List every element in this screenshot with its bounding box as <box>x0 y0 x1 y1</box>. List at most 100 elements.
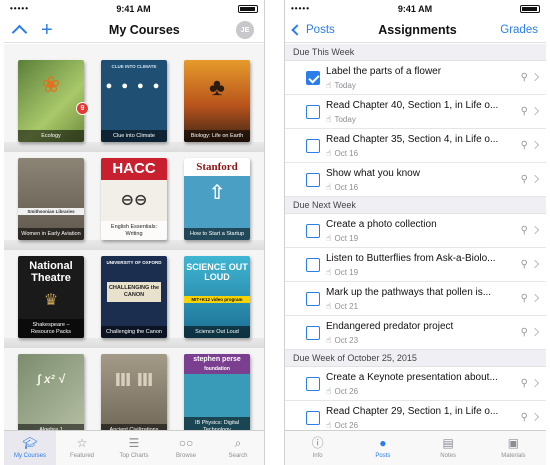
page-title: My Courses <box>108 22 180 37</box>
assignment-checkbox[interactable] <box>306 105 320 119</box>
rocket-icon: ⇧ <box>208 182 226 204</box>
hand-in-icon: ☝ <box>326 233 332 243</box>
theatre-art-icon: ♛ <box>43 292 59 309</box>
hand-in-icon: ☝ <box>326 301 332 311</box>
paperclip-icon: ⚲ <box>520 327 528 338</box>
status-bar: ••••• 9:41 AM <box>4 0 264 17</box>
tab-bar: 🎓︎ My Courses ☆ Featured ☰ Top Charts ○○… <box>4 430 264 465</box>
tab-my-courses[interactable]: 🎓︎ My Courses <box>4 431 56 465</box>
ruins-art-icon: Ⅲ Ⅲ <box>114 370 154 390</box>
chevron-right-icon <box>530 378 540 388</box>
graduation-cap-icon: 🎓︎ <box>22 436 38 450</box>
paperclip-icon: ⚲ <box>520 72 528 83</box>
course-book-startup[interactable]: Stanford ⇧ How to Start a Startup <box>184 158 250 240</box>
list-item[interactable]: Listen to Butterflies from Ask-a-Biolo..… <box>285 248 546 282</box>
list-item[interactable]: Show what you know ☝ Oct 16 ⚲ <box>285 163 546 197</box>
status-bar: ••••• 9:41 AM <box>285 0 546 17</box>
chevron-right-icon <box>530 412 540 422</box>
assignment-checkbox[interactable] <box>306 139 320 153</box>
add-course-button[interactable]: + <box>41 20 53 40</box>
tab-top-charts[interactable]: ☰ Top Charts <box>108 431 160 465</box>
list-item[interactable]: Label the parts of a flower ☝ Today ⚲ <box>285 61 546 95</box>
back-button[interactable]: Posts <box>291 23 335 36</box>
section-header: Due This Week <box>285 44 546 61</box>
tab-notes[interactable]: ▤ Notes <box>416 431 481 465</box>
climate-icons: ● ● ● ● <box>105 80 163 92</box>
glasses-art-icon: ⊖⊖ <box>120 192 148 209</box>
list-item[interactable]: Endangered predator project ☝ Oct 23 ⚲ <box>285 316 546 350</box>
assignment-checkbox[interactable] <box>306 326 320 340</box>
chevron-right-icon <box>530 140 540 150</box>
course-book-english-essentials[interactable]: HACC ⊖⊖ English Essentials: Writing <box>101 158 167 240</box>
assignment-checkbox[interactable] <box>306 173 320 187</box>
list-item[interactable]: Read Chapter 40, Section 1, in Life o...… <box>285 95 546 129</box>
paperclip-icon: ⚲ <box>520 140 528 151</box>
hand-in-icon: ☝ <box>326 386 332 396</box>
notes-icon: ▤ <box>442 436 454 450</box>
status-time: 9:41 AM <box>397 3 433 14</box>
hand-in-icon: ☝ <box>326 148 332 158</box>
assignment-checkbox[interactable] <box>306 377 320 391</box>
tab-info[interactable]: ⓘ Info <box>285 431 350 465</box>
tab-bar: ⓘ Info ● Posts ▤ Notes ▣ Materials <box>285 430 546 465</box>
battery-icon <box>237 4 258 13</box>
avatar[interactable]: JE <box>235 20 254 39</box>
assignment-checkbox[interactable] <box>306 258 320 272</box>
info-icon: ⓘ <box>311 436 324 450</box>
paperclip-icon: ⚲ <box>520 412 528 423</box>
list-item[interactable]: Read Chapter 29, Section 1, in Life o...… <box>285 401 546 430</box>
chevron-right-icon <box>530 174 540 184</box>
my-courses-screen: ••••• 9:41 AM + My Courses JE ❀ Ecology … <box>4 0 265 465</box>
assignment-checkbox[interactable] <box>306 292 320 306</box>
paperclip-icon: ⚲ <box>520 259 528 270</box>
hand-in-icon: ☝ <box>326 80 332 90</box>
signal-indicator: ••••• <box>10 4 30 13</box>
paperclip-icon: ⚲ <box>520 174 528 185</box>
chevron-right-icon <box>530 72 540 82</box>
course-book-challenging-canon[interactable]: UNIVERSITY OF OXFORD CHALLENGING the CAN… <box>101 256 167 338</box>
tab-materials[interactable]: ▣ Materials <box>481 431 546 465</box>
list-item[interactable]: Read Chapter 35, Section 4, in Life o...… <box>285 129 546 163</box>
search-icon: ⌕ <box>234 436 242 450</box>
assignment-checkbox[interactable] <box>306 71 320 85</box>
course-shelf: ❀ Ecology 9 CLUE INTO CLIMATE ● ● ● ● Cl… <box>4 44 264 436</box>
course-book-clue-into-climate[interactable]: CLUE INTO CLIMATE ● ● ● ● Clue into Clim… <box>101 60 167 142</box>
glasses-icon: ○○ <box>178 436 194 450</box>
course-book-ecology[interactable]: ❀ Ecology <box>18 60 84 142</box>
tab-posts[interactable]: ● Posts <box>350 431 415 465</box>
course-book-women-in-aviation[interactable]: Smithsonian Libraries Women in Early Avi… <box>18 158 84 240</box>
tab-search[interactable]: ⌕ Search <box>212 431 264 465</box>
chevron-up-icon[interactable] <box>11 24 28 41</box>
list-item[interactable]: Mark up the pathways that pollen is... ☝… <box>285 282 546 316</box>
hand-in-icon: ☝ <box>326 182 332 192</box>
star-icon: ☆ <box>76 436 88 450</box>
assignment-checkbox[interactable] <box>306 224 320 238</box>
course-book-science-out-loud[interactable]: SCIENCE OUT LOUD MIT+K12 video program S… <box>184 256 250 338</box>
grades-button[interactable]: Grades <box>500 24 538 36</box>
battery-icon <box>519 4 540 13</box>
course-book-ib-physics[interactable]: stephen perse foundation IB Physics: Dig… <box>184 354 250 436</box>
assignment-list[interactable]: Due This Week Label the parts of a flowe… <box>285 44 546 430</box>
paperclip-icon: ⚲ <box>520 378 528 389</box>
hand-in-icon: ☝ <box>326 335 332 345</box>
chevron-right-icon <box>530 225 540 235</box>
materials-icon: ▣ <box>507 436 520 450</box>
chevron-right-icon <box>530 106 540 116</box>
hand-in-icon: ☝ <box>326 267 332 277</box>
course-book-biology[interactable]: ♣ Biology: Life on Earth <box>184 60 250 142</box>
course-book-ancient-civilizations[interactable]: Ⅲ Ⅲ Ancient Civilizations <box>101 354 167 436</box>
assignment-checkbox[interactable] <box>306 411 320 425</box>
list-icon: ☰ <box>128 436 140 450</box>
chevron-left-icon <box>291 23 303 36</box>
butterfly-icon: ❀ <box>41 72 61 97</box>
paperclip-icon: ⚲ <box>520 293 528 304</box>
course-book-algebra[interactable]: ∫ x² √ Algebra 1 <box>18 354 84 436</box>
page-title: Assignments <box>378 22 457 37</box>
section-header: Due Next Week <box>285 197 546 214</box>
signal-indicator: ••••• <box>291 4 311 13</box>
list-item[interactable]: Create a Keynote presentation about... ☝… <box>285 367 546 401</box>
tab-featured[interactable]: ☆ Featured <box>56 431 108 465</box>
course-book-shakespeare[interactable]: National Theatre ♛ Shakespeare – Resourc… <box>18 256 84 338</box>
list-item[interactable]: Create a photo collection ☝ Oct 19 ⚲ <box>285 214 546 248</box>
tab-browse[interactable]: ○○ Browse <box>160 431 212 465</box>
